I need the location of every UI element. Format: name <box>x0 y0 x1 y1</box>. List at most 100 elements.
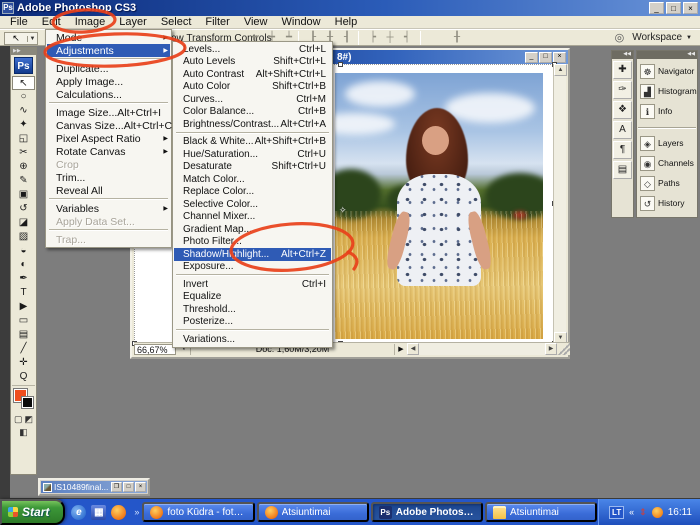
panel-paths[interactable]: ◇ Paths <box>637 173 697 193</box>
menu-bar-item[interactable]: Filter <box>198 16 236 29</box>
menu-item[interactable]: Invert Ctrl+I <box>174 278 331 291</box>
chevron-right-icon[interactable]: » <box>132 507 141 517</box>
menu-item[interactable]: Calculations... <box>47 88 170 101</box>
menu-item[interactable]: Selective Color... <box>174 198 331 211</box>
photoshop-logo[interactable]: Ps <box>14 57 33 74</box>
menu-bar-item[interactable]: View <box>237 16 275 29</box>
menu-bar-item[interactable]: File <box>3 16 35 29</box>
hand-tool[interactable]: ✛ <box>12 356 35 370</box>
menu-item[interactable]: Crop <box>47 158 170 171</box>
pen-tool[interactable]: ✒ <box>12 272 35 286</box>
doc-close-button[interactable]: × <box>553 52 566 63</box>
menu-item[interactable]: Canvas Size... Alt+Ctrl+C <box>47 119 170 132</box>
menu-item[interactable]: Adjustments <box>47 44 170 57</box>
history-brush-tool[interactable]: ↺ <box>12 202 35 216</box>
minimize-button[interactable]: _ <box>649 2 664 14</box>
healing-brush-tool[interactable]: ⊕ <box>12 160 35 174</box>
lasso-tool[interactable]: ∿ <box>12 104 35 118</box>
mini-maximize-button[interactable]: □ <box>123 482 134 492</box>
transform-handle[interactable] <box>338 62 343 67</box>
menu-item[interactable]: Apply Data Set... <box>47 215 170 228</box>
menu-item[interactable]: Levels... Ctrl+L <box>174 43 331 56</box>
collapsed-panel-1-icon[interactable]: ✚ <box>613 61 632 79</box>
scroll-right-icon[interactable]: ▶ <box>545 343 557 355</box>
zoom-level-field[interactable]: 66,67% <box>134 344 176 355</box>
vertical-scrollbar[interactable]: ▲ ▼ <box>553 64 566 344</box>
mini-restore-button[interactable]: ❐ <box>111 482 122 492</box>
menu-item[interactable]: Black & White... Alt+Shift+Ctrl+B <box>174 136 331 149</box>
go-to-bridge-icon[interactable]: ◎ <box>615 31 625 44</box>
collapsed-panel-3-icon[interactable]: ❖ <box>613 101 632 119</box>
menu-item[interactable]: Gradient Map... <box>174 223 331 236</box>
task-atsiuntimai-1[interactable]: Atsiuntimai <box>257 502 369 522</box>
elliptical-marquee-tool[interactable]: ○ <box>12 90 35 104</box>
panel-channels[interactable]: ◉ Channels <box>637 153 697 173</box>
panel-layers[interactable]: ◈ Layers <box>637 133 697 153</box>
chevron-left-icon[interactable]: « <box>629 507 634 517</box>
start-button[interactable]: Start <box>0 499 65 525</box>
notes-tool[interactable]: ▤ <box>12 328 35 342</box>
zoom-tool[interactable]: Q <box>12 370 35 384</box>
mask-mode-icon[interactable]: ◩ <box>25 413 34 426</box>
eraser-tool[interactable]: ◪ <box>12 216 35 230</box>
menu-item[interactable]: Hue/Saturation... Ctrl+U <box>174 148 331 161</box>
updown-tray-icon[interactable]: ⇕ <box>639 506 647 518</box>
distribute-icon[interactable]: ┥ <box>400 31 414 44</box>
shape-tool[interactable]: ▭ <box>12 314 35 328</box>
menu-bar-item[interactable]: Layer <box>112 16 154 29</box>
panel-navigator[interactable]: ☸ Navigator <box>637 61 697 81</box>
menu-item[interactable]: Variations... <box>174 333 331 346</box>
brush-tool[interactable]: ✎ <box>12 174 35 188</box>
background-color-swatch[interactable] <box>22 397 33 408</box>
minimized-document[interactable]: IS10489final... ❐□× <box>38 478 150 496</box>
menu-bar-item[interactable]: Select <box>154 16 199 29</box>
panel-info[interactable]: ℹ Info <box>637 101 697 121</box>
menu-item[interactable]: Image Size... Alt+Ctrl+I <box>47 106 170 119</box>
menu-item[interactable]: Match Color... <box>174 173 331 186</box>
clone-stamp-tool[interactable]: ▣ <box>12 188 35 202</box>
task-foto-kudra[interactable]: foto Kūdra - fotografija -... <box>142 502 254 522</box>
dock-collapse-handle[interactable]: ◀◀ <box>637 51 697 59</box>
toolbox-collapse-handle[interactable]: ▶▶ <box>11 48 36 55</box>
menu-item[interactable]: Replace Color... <box>174 186 331 199</box>
blur-tool[interactable]: ◒ <box>12 244 35 258</box>
distribute-icon[interactable]: ┝ <box>366 31 380 44</box>
type-tool[interactable]: T <box>12 286 35 300</box>
horizontal-scrollbar[interactable]: ◀ ▶ <box>407 343 557 355</box>
scroll-up-icon[interactable]: ▲ <box>554 64 567 76</box>
menu-item[interactable]: Duplicate... <box>47 62 170 75</box>
screen-mode-button[interactable]: ◧ <box>11 426 36 439</box>
resize-grip[interactable] <box>557 343 570 355</box>
doc-maximize-button[interactable]: □ <box>539 52 552 63</box>
menu-item[interactable]: Equalize <box>174 291 331 304</box>
slice-tool[interactable]: ✂ <box>12 146 35 160</box>
menu-item[interactable]: Reveal All <box>47 184 170 197</box>
panel-history[interactable]: ↺ History <box>637 193 697 213</box>
maximize-button[interactable]: □ <box>666 2 681 14</box>
mask-mode-icon[interactable]: ▢ <box>14 413 23 426</box>
tool-preset-picker[interactable]: ↖ ▼ <box>4 32 38 45</box>
collapsed-panel-6-icon[interactable]: ▤ <box>613 161 632 179</box>
menu-item[interactable]: Pixel Aspect Ratio <box>47 132 170 145</box>
collapsed-panel-2-icon[interactable]: ✑ <box>613 81 632 99</box>
align-icon[interactable]: ┨ <box>340 31 354 44</box>
task-atsiuntimai-2[interactable]: Atsiuntimai <box>485 502 597 522</box>
crop-tool[interactable]: ◱ <box>12 132 35 146</box>
menu-bar-item[interactable]: Window <box>275 16 328 29</box>
download-tray-icon[interactable] <box>652 507 663 518</box>
collapsed-panel-5-icon[interactable]: ¶ <box>613 141 632 159</box>
workspace-button[interactable]: Workspace ▼ <box>632 32 692 43</box>
menu-bar-item[interactable]: Image <box>68 16 113 29</box>
save-quicklaunch-icon[interactable]: ▦ <box>91 505 106 520</box>
menu-item[interactable]: Brightness/Contrast... Alt+Ctrl+A <box>174 118 331 131</box>
panel-histogram[interactable]: ▟ Histogram <box>637 81 697 101</box>
doc-minimize-button[interactable]: _ <box>525 52 538 63</box>
menu-item[interactable]: Desaturate Shift+Ctrl+U <box>174 161 331 174</box>
menu-item[interactable]: Exposure... <box>174 261 331 274</box>
menu-bar-item[interactable]: Edit <box>35 16 68 29</box>
menu-item[interactable]: Posterize... <box>174 316 331 329</box>
language-indicator[interactable]: LT <box>609 506 624 519</box>
scroll-left-icon[interactable]: ◀ <box>407 343 419 355</box>
path-selection-tool[interactable]: ▶ <box>12 300 35 314</box>
status-menu-arrow-icon[interactable]: ▶ <box>395 345 407 353</box>
